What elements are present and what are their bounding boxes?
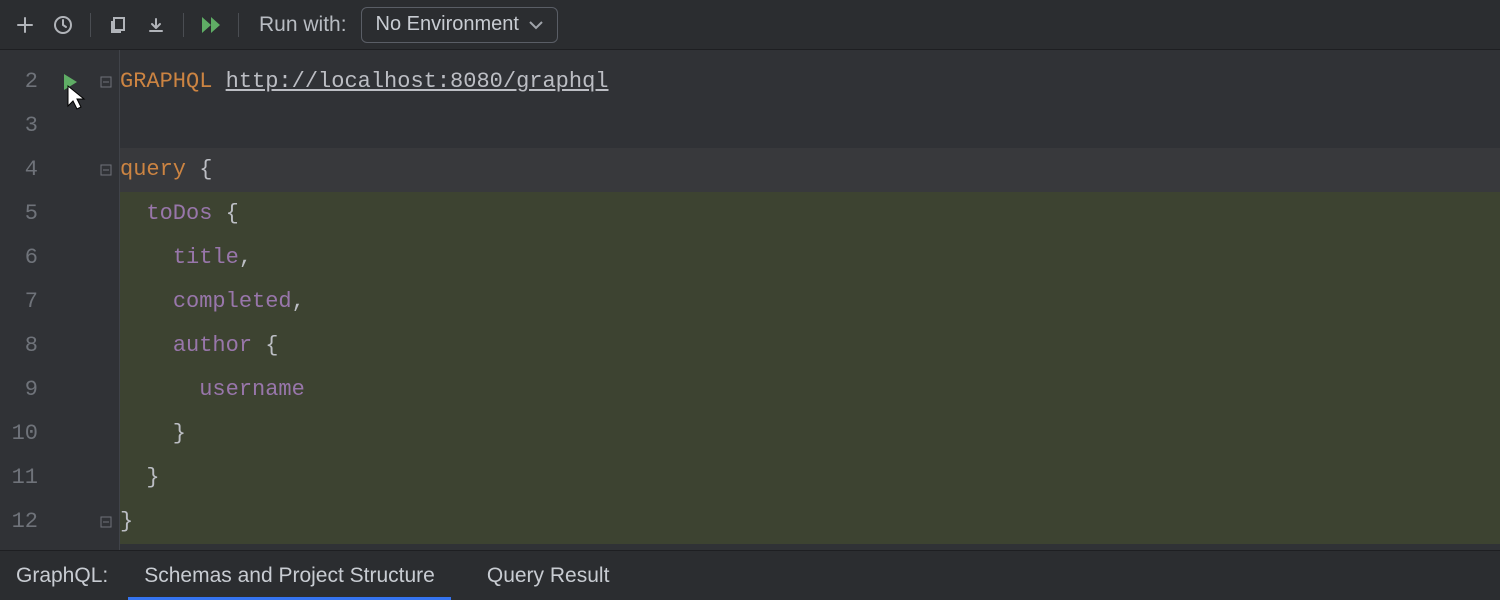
fold-toggle[interactable]: [92, 148, 119, 192]
import-button[interactable]: [139, 8, 173, 42]
fold-toggle[interactable]: [92, 60, 119, 104]
add-button[interactable]: [8, 8, 42, 42]
copy-button[interactable]: [101, 8, 135, 42]
code-line[interactable]: GRAPHQL http://localhost:8080/graphql: [120, 60, 1500, 104]
line-number: 12: [0, 500, 38, 544]
code-line[interactable]: completed,: [120, 280, 1500, 324]
history-button[interactable]: [46, 8, 80, 42]
line-number: 6: [0, 236, 38, 280]
keyword-query: query: [120, 157, 186, 182]
code-line[interactable]: toDos {: [120, 192, 1500, 236]
code-line[interactable]: [120, 104, 1500, 148]
endpoint-url[interactable]: http://localhost:8080/graphql: [226, 69, 609, 94]
code-line[interactable]: }: [120, 456, 1500, 500]
run-with-label: Run with:: [259, 13, 347, 37]
http-method: GRAPHQL: [120, 69, 212, 94]
environment-dropdown[interactable]: No Environment: [361, 7, 558, 43]
line-number: 11: [0, 456, 38, 500]
run-all-button[interactable]: [194, 8, 228, 42]
field-toDos: toDos: [146, 201, 212, 226]
code-line[interactable]: }: [120, 500, 1500, 544]
tab-query-result[interactable]: Query Result: [461, 551, 636, 600]
line-number: 5: [0, 192, 38, 236]
code-line[interactable]: title,: [120, 236, 1500, 280]
line-number: 2: [0, 60, 38, 104]
code-line[interactable]: username: [120, 368, 1500, 412]
code-line[interactable]: query {: [120, 148, 1500, 192]
line-number: 3: [0, 104, 38, 148]
line-number: 9: [0, 368, 38, 412]
toolbar-separator: [183, 13, 184, 37]
panel-label: GraphQL:: [6, 564, 118, 588]
toolbar-separator: [238, 13, 239, 37]
code-area[interactable]: GRAPHQL http://localhost:8080/graphql qu…: [120, 50, 1500, 550]
fold-end[interactable]: [92, 500, 119, 544]
bottom-panel-tabs: GraphQL: Schemas and Project Structure Q…: [0, 550, 1500, 600]
line-number: 10: [0, 412, 38, 456]
line-number: 8: [0, 324, 38, 368]
code-line[interactable]: }: [120, 412, 1500, 456]
toolbar: Run with: No Environment: [0, 0, 1500, 50]
field-completed: completed: [173, 289, 292, 314]
editor: 2 3 4 5 6 7 8 9 10 11 12 GRAPHQL http://…: [0, 50, 1500, 550]
tab-schemas[interactable]: Schemas and Project Structure: [118, 551, 461, 600]
line-number: 4: [0, 148, 38, 192]
chevron-down-icon: [529, 20, 543, 30]
line-number-gutter: 2 3 4 5 6 7 8 9 10 11 12: [0, 50, 48, 550]
code-line[interactable]: author {: [120, 324, 1500, 368]
field-username: username: [199, 377, 305, 402]
fold-gutter: [92, 50, 120, 550]
field-title: title: [173, 245, 239, 270]
run-line-button[interactable]: [48, 60, 92, 104]
line-number: 7: [0, 280, 38, 324]
toolbar-separator: [90, 13, 91, 37]
action-gutter: [48, 50, 92, 550]
field-author: author: [173, 333, 252, 358]
environment-selected: No Environment: [376, 13, 519, 36]
